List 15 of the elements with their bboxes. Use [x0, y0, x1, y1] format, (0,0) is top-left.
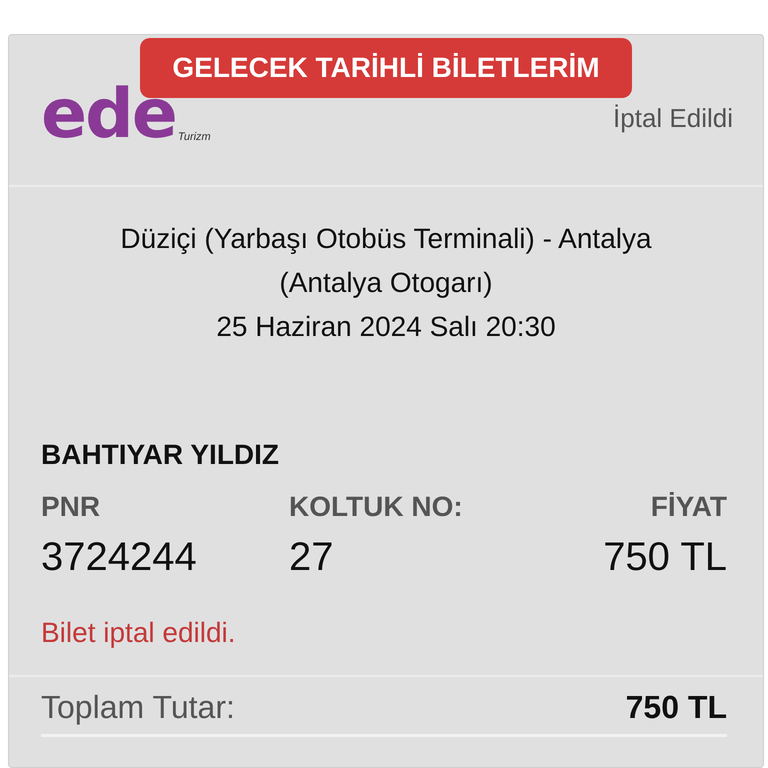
field-value: 3724244 [41, 534, 198, 581]
total-amount: 750 TL [626, 689, 727, 726]
total-label: Toplam Tutar: [41, 689, 235, 726]
ticket-status: İptal Edildi [613, 103, 733, 134]
field-label: FİYAT [650, 490, 727, 524]
route-text: (Antalya Otogarı) [278, 266, 494, 300]
section-header: GELECEK TARİHLİ BİLETLERİM [140, 38, 632, 98]
route-text: Düziçi (Yarbaşı Otobüs Terminali) - Antalya [119, 222, 653, 256]
cancel-message: Bilet iptal edildi. [41, 617, 237, 649]
passenger-name: BAHTIYAR YILDIZ [41, 438, 280, 472]
field-label: KOLTUK NO: [289, 490, 464, 524]
field-value: 27 [289, 534, 334, 581]
field-value: 750 TL [602, 534, 727, 581]
departure-date: 25 Haziran 2024 Salı 20:30 [215, 310, 557, 344]
field-label: PNR [41, 490, 102, 524]
